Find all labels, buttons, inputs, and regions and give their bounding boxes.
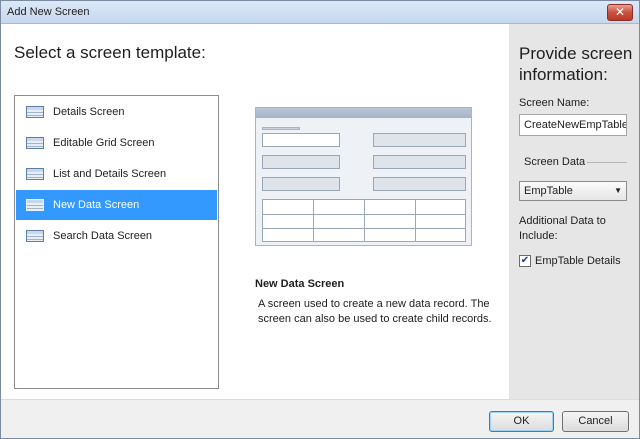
screen-name-input[interactable]: CreateNewEmpTable xyxy=(519,114,627,136)
template-item-details[interactable]: Details Screen xyxy=(16,97,217,127)
window-title: Add New Screen xyxy=(7,6,90,18)
cancel-button[interactable]: Cancel xyxy=(562,411,629,432)
list-details-screen-icon xyxy=(26,168,44,180)
footer-divider xyxy=(1,399,639,400)
preview-field xyxy=(262,133,340,147)
template-list[interactable]: Details Screen Editable Grid Screen List… xyxy=(14,95,219,389)
chevron-down-icon: ▼ xyxy=(614,186,622,195)
add-new-screen-dialog: Add New Screen ✕ Select a screen templat… xyxy=(0,0,640,439)
template-item-label: Details Screen xyxy=(53,106,125,118)
details-screen-icon xyxy=(26,106,44,118)
template-item-search-data[interactable]: Search Data Screen xyxy=(16,221,217,251)
check-icon: ✔ xyxy=(520,255,530,266)
template-item-label: List and Details Screen xyxy=(53,168,167,180)
new-data-screen-icon xyxy=(26,199,44,211)
screen-data-group-label: Screen Data xyxy=(524,156,586,168)
template-heading: Select a screen template: xyxy=(14,43,206,62)
template-description: A screen used to create a new data recor… xyxy=(258,298,492,325)
grid-screen-icon xyxy=(26,137,44,149)
preview-grid-line xyxy=(263,214,465,215)
preview-label xyxy=(262,127,300,130)
preview-grid-line xyxy=(415,200,416,241)
group-divider xyxy=(587,162,627,163)
empTable-details-checkbox[interactable]: ✔ xyxy=(519,255,531,267)
preview-field xyxy=(262,155,340,169)
screen-data-select[interactable]: EmpTable ▼ xyxy=(519,181,627,201)
preview-grid-line xyxy=(313,200,314,241)
template-item-label: Editable Grid Screen xyxy=(53,137,155,149)
title-bar: Add New Screen ✕ xyxy=(1,1,639,24)
template-description-title: New Data Screen xyxy=(255,278,345,290)
close-icon: ✕ xyxy=(614,5,626,19)
additional-data-label: Additional Data to Include: xyxy=(519,215,606,242)
template-item-new-data[interactable]: New Data Screen xyxy=(16,190,217,220)
screen-info-heading: Provide screen information: xyxy=(519,44,633,84)
ok-button[interactable]: OK xyxy=(489,411,554,432)
close-button[interactable]: ✕ xyxy=(607,4,633,21)
template-preview-image xyxy=(255,107,472,246)
template-item-editable-grid[interactable]: Editable Grid Screen xyxy=(16,128,217,158)
preview-field xyxy=(373,177,466,191)
search-screen-icon xyxy=(26,230,44,242)
empTable-details-option[interactable]: ✔ EmpTable Details xyxy=(519,255,621,267)
preview-field xyxy=(373,133,466,147)
preview-grid-line xyxy=(263,228,465,229)
empTable-details-label: EmpTable Details xyxy=(535,255,621,267)
preview-grid xyxy=(262,199,466,242)
screen-name-label: Screen Name: xyxy=(519,97,590,109)
preview-title-bar xyxy=(256,108,471,118)
preview-grid-line xyxy=(364,200,365,241)
preview-field xyxy=(373,155,466,169)
template-item-label: Search Data Screen xyxy=(53,230,153,242)
screen-data-selected-value: EmpTable xyxy=(524,185,573,197)
dialog-content: Select a screen template: Details Screen… xyxy=(1,24,639,399)
template-item-label: New Data Screen xyxy=(53,199,140,211)
template-item-list-details[interactable]: List and Details Screen xyxy=(16,159,217,189)
preview-field xyxy=(262,177,340,191)
